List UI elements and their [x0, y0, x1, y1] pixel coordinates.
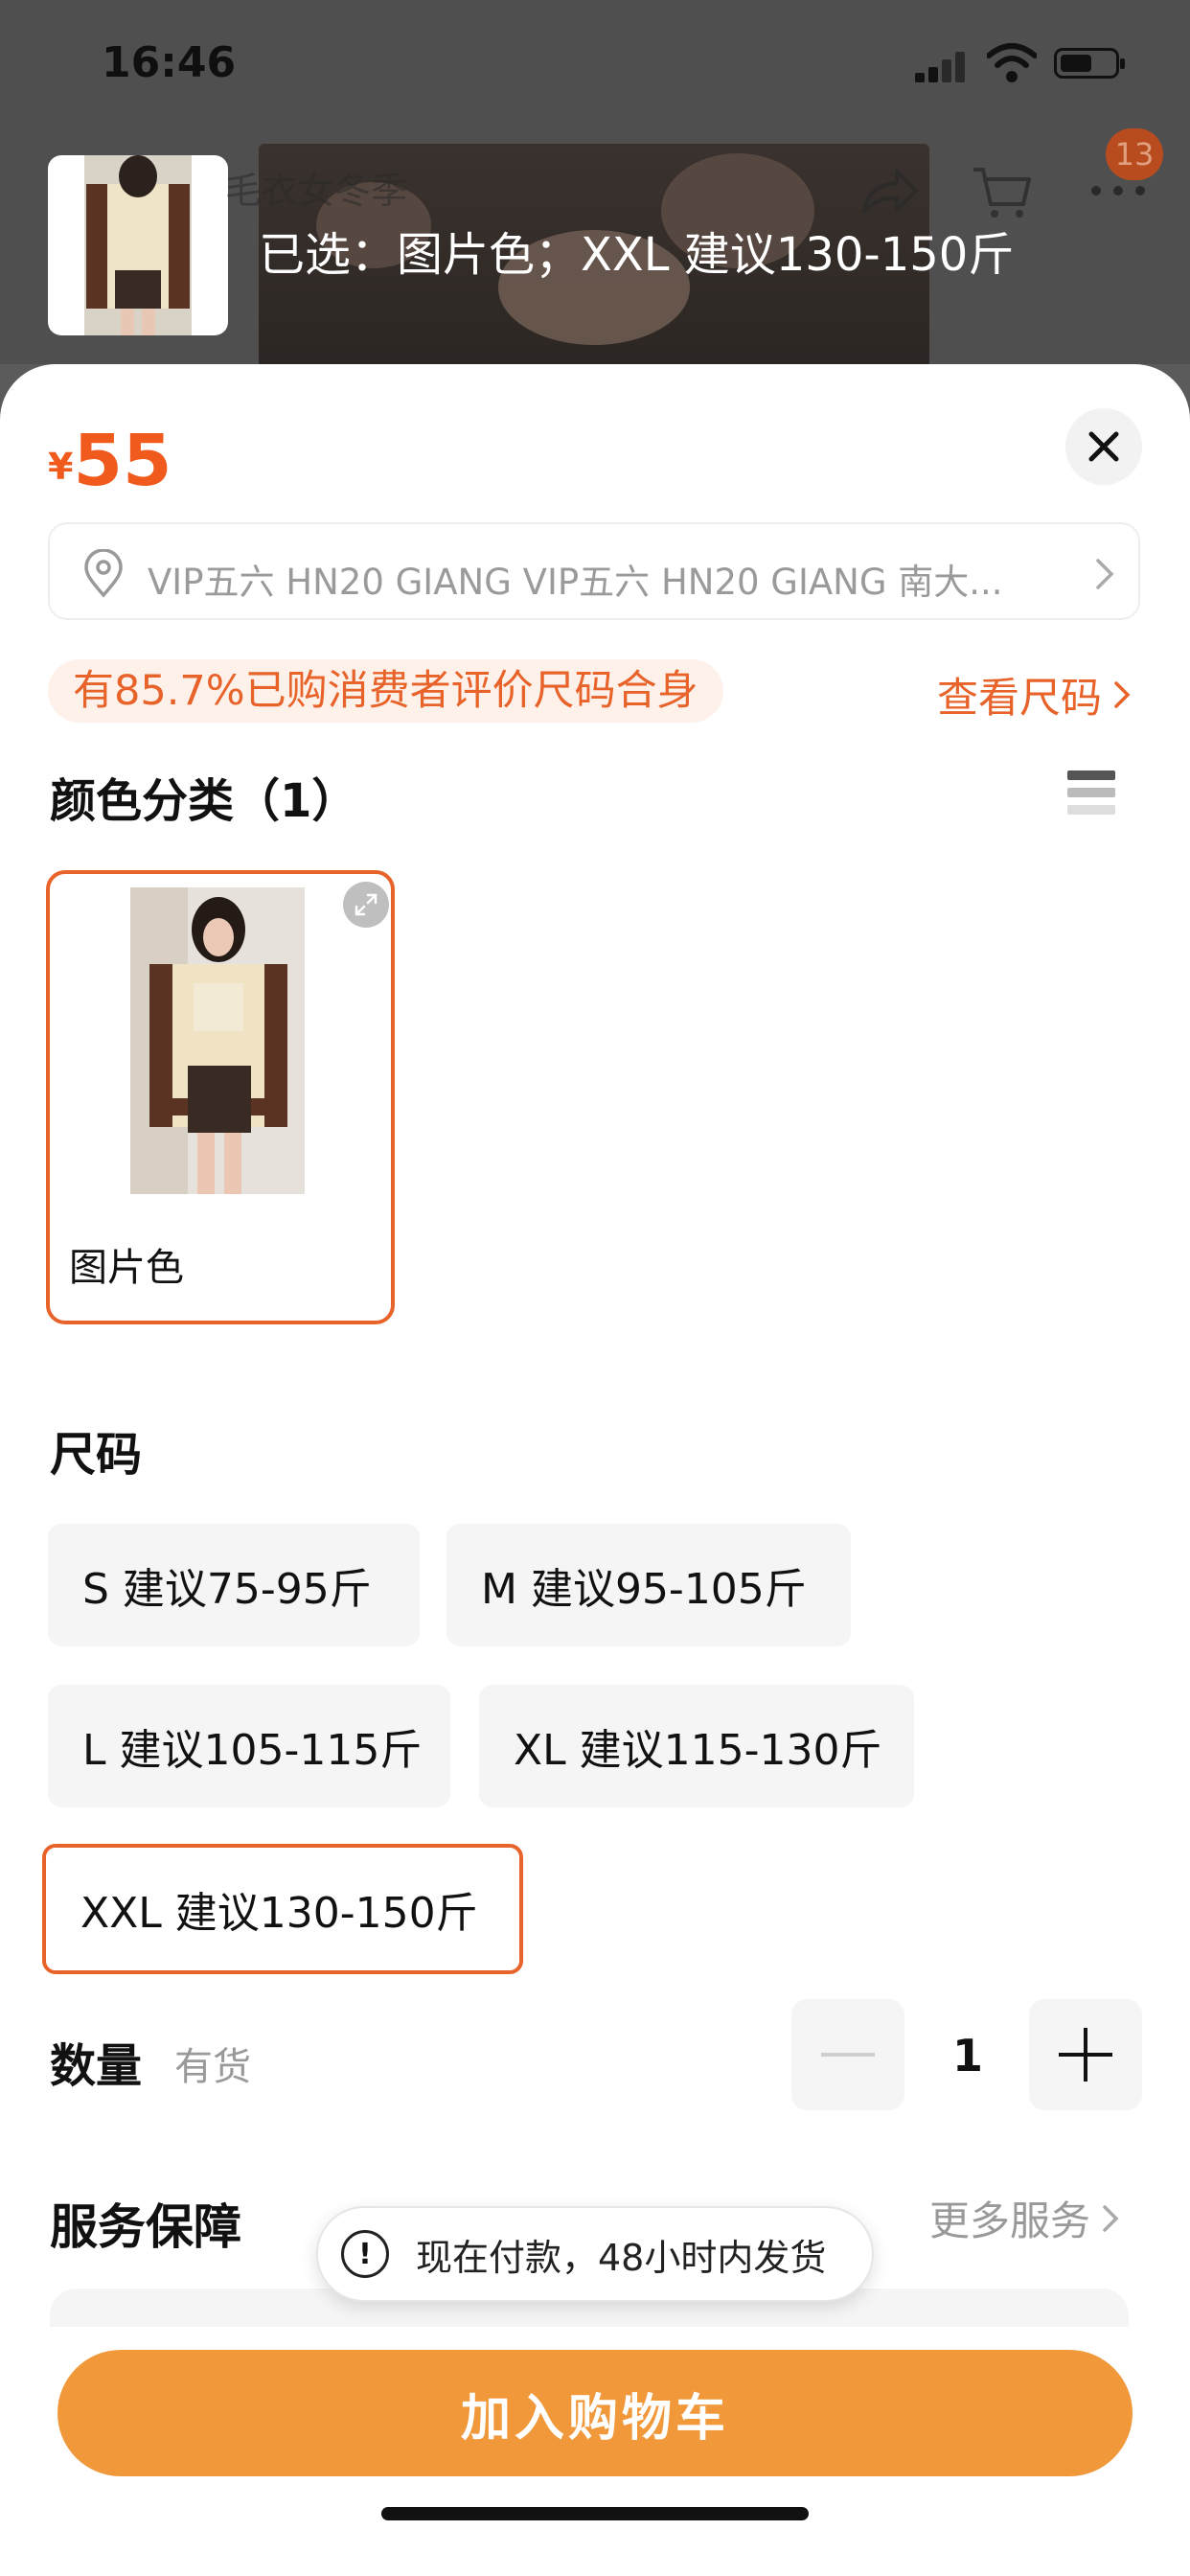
size-chart-link-label: 查看尺码 — [937, 675, 1102, 723]
more-services-link[interactable]: 更多服务 — [929, 2189, 1121, 2247]
share-icon[interactable] — [855, 158, 922, 225]
close-icon — [1088, 431, 1119, 462]
shipping-address-selector[interactable]: VIP五六 HN20 GIANG VIP五六 HN20 GIANG 南大... — [48, 522, 1140, 620]
minus-icon — [821, 2053, 875, 2057]
selected-product-thumbnail[interactable] — [48, 155, 228, 335]
chevron-right-icon — [1096, 559, 1114, 589]
signal-icon — [915, 50, 973, 82]
size-option-xxl[interactable]: XXL 建议130-150斤 — [42, 1844, 523, 1974]
size-fit-note: 有85.7%已购消费者评价尺码合身 — [48, 659, 723, 723]
size-chart-link[interactable]: 查看尺码 — [937, 665, 1133, 724]
service-guarantee-label: 服务保障 — [50, 2199, 241, 2255]
wifi-icon — [987, 43, 1037, 82]
color-option-card[interactable]: 图片色 — [46, 870, 395, 1324]
more-services-label: 更多服务 — [929, 2197, 1091, 2244]
color-section-title: 颜色分类（1） — [50, 774, 358, 828]
size-section-title: 尺码 — [50, 1428, 143, 1482]
cart-count-badge: 13 — [1106, 128, 1163, 180]
list-view-icon[interactable] — [1067, 770, 1115, 818]
quantity-increase-button[interactable] — [1029, 1999, 1142, 2110]
selected-variant-text: 已选：图片色；XXL 建议130-150斤 — [259, 228, 1015, 282]
shipping-address-text: VIP五六 HN20 GIANG VIP五六 HN20 GIANG 南大... — [148, 562, 1003, 603]
close-button[interactable] — [1065, 408, 1142, 485]
plus-icon — [1059, 2028, 1112, 2082]
shipping-toast-text: 现在付款，48小时内发货 — [416, 2236, 827, 2279]
color-option-image — [130, 887, 305, 1194]
cart-icon[interactable] — [968, 158, 1035, 225]
exclamation-icon: ! — [341, 2230, 389, 2278]
color-option-label: 图片色 — [69, 1246, 184, 1290]
size-option-m[interactable]: M 建议95-105斤 — [446, 1524, 851, 1646]
sku-selection-sheet: ¥55 VIP五六 HN20 GIANG VIP五六 HN20 GIANG 南大… — [0, 364, 1190, 2576]
price-value: 55 — [73, 420, 172, 502]
chevron-right-icon — [1103, 2204, 1119, 2232]
quantity-value: 1 — [951, 2030, 983, 2082]
quantity-decrease-button[interactable] — [791, 1999, 904, 2110]
quantity-label: 数量 — [50, 2039, 143, 2093]
size-option-s[interactable]: S 建议75-95斤 — [48, 1524, 420, 1646]
stock-status: 有货 — [174, 2045, 251, 2089]
product-page-backdrop: 16:46 毛衣女冬季 已选：图片色；XXL 建议130-150斤 13 — [0, 0, 1190, 364]
add-to-cart-button[interactable]: 加入购物车 — [57, 2350, 1133, 2476]
status-time: 16:46 — [102, 38, 237, 87]
expand-image-icon[interactable] — [343, 882, 389, 928]
shipping-toast: ! 现在付款，48小时内发货 — [316, 2206, 874, 2302]
location-pin-icon — [84, 549, 123, 598]
price: ¥55 — [48, 420, 172, 502]
home-indicator[interactable] — [381, 2507, 809, 2520]
chevron-right-icon — [1114, 681, 1131, 708]
currency-symbol: ¥ — [48, 446, 74, 488]
size-option-l[interactable]: L 建议105-115斤 — [48, 1685, 450, 1807]
size-option-xl[interactable]: XL 建议115-130斤 — [479, 1685, 914, 1807]
battery-icon — [1054, 48, 1125, 79]
product-title-partial: 毛衣女冬季 — [225, 170, 408, 212]
